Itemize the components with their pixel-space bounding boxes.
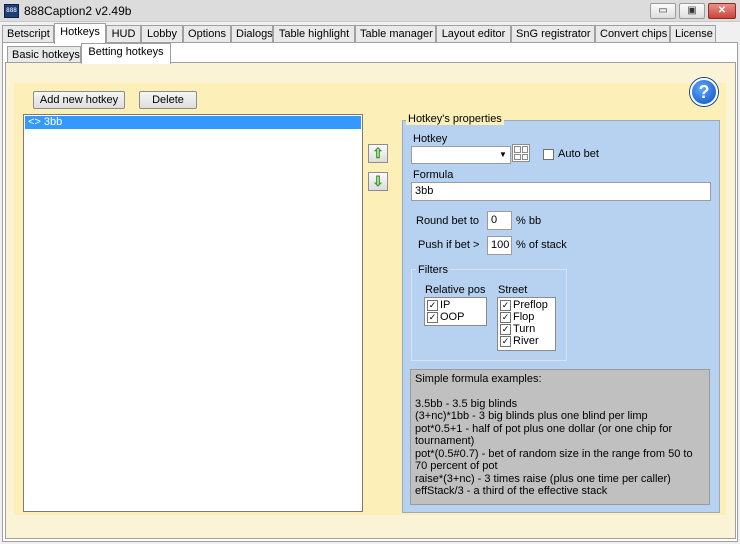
grid-cell-icon	[514, 146, 521, 153]
close-button[interactable]: ✕	[708, 3, 736, 19]
formula-examples: Simple formula examples: 3.5bb - 3.5 big…	[410, 369, 710, 505]
help-icon[interactable]: ?	[690, 78, 718, 106]
move-up-arrow-icon[interactable]: ⇧	[368, 144, 388, 163]
example-line: (3+nc)*1bb - 3 big blinds plus one blind…	[415, 410, 648, 422]
grid-cell-icon	[514, 153, 521, 160]
round-bet-unit: % bb	[516, 215, 542, 227]
push-unit: % of stack	[516, 239, 567, 251]
tab-layout-editor[interactable]: Layout editor	[436, 25, 511, 43]
tab-lobby[interactable]: Lobby	[141, 25, 183, 43]
tab-hud[interactable]: HUD	[106, 25, 141, 43]
key-grid-icon[interactable]	[512, 144, 530, 162]
maximize-button[interactable]: ▣	[679, 3, 705, 19]
oop-checkbox[interactable]: ✓	[427, 312, 438, 323]
grid-cell-icon	[521, 153, 528, 160]
ip-label: IP	[440, 299, 451, 311]
grid-cell-icon	[521, 146, 528, 153]
window-title: 888Caption2 v2.49b	[24, 4, 132, 18]
push-input[interactable]: 100	[487, 236, 512, 255]
tab-convert-chips[interactable]: Convert chips	[595, 25, 670, 43]
push-label: Push if bet >	[418, 239, 480, 251]
chevron-down-icon[interactable]: ▼	[497, 148, 509, 162]
hotkey-list[interactable]: <> 3bb	[23, 114, 363, 512]
flop-label: Flop	[513, 311, 535, 323]
preflop-label: Preflop	[513, 299, 548, 311]
minimize-button[interactable]: ▭	[650, 3, 676, 19]
auto-bet-label: Auto bet	[558, 148, 599, 160]
tab-dialogs[interactable]: Dialogs	[231, 25, 273, 43]
tab-sng-registrator[interactable]: SnG registrator	[511, 25, 595, 43]
title-bar: 888 888Caption2 v2.49b ▭ ▣ ✕	[0, 0, 740, 22]
round-bet-input[interactable]: 0	[487, 211, 512, 230]
relative-pos-label: Relative pos	[425, 284, 486, 296]
hotkey-combo[interactable]: ▼	[411, 146, 511, 164]
tab-license[interactable]: License	[670, 25, 716, 43]
round-bet-label: Round bet to	[416, 215, 479, 227]
street-label: Street	[498, 284, 528, 296]
add-hotkey-button[interactable]: Add new hotkey	[33, 91, 125, 109]
ip-checkbox[interactable]: ✓	[427, 300, 438, 311]
example-line: effStack/3 - a third of the effective st…	[415, 485, 608, 497]
tab-table-highlight[interactable]: Table highlight	[273, 25, 355, 43]
example-line: pot*(0.5#0.7) - bet of random size in th…	[415, 447, 696, 473]
tab-hotkeys[interactable]: Hotkeys	[54, 23, 106, 44]
formula-label: Formula	[413, 169, 454, 181]
filters-legend: Filters	[416, 264, 450, 276]
oop-label: OOP	[440, 311, 465, 323]
turn-label: Turn	[513, 323, 536, 335]
formula-input[interactable]: 3bb	[411, 182, 711, 201]
app-icon: 888	[4, 4, 19, 18]
delete-button[interactable]: Delete	[139, 91, 197, 109]
hotkey-label: Hotkey	[413, 133, 448, 145]
river-label: River	[513, 335, 539, 347]
example-line: pot*0.5+1 - half of pot plus one dollar …	[415, 422, 676, 448]
tab-betscript[interactable]: Betscript	[2, 25, 54, 43]
tab-options[interactable]: Options	[183, 25, 231, 43]
example-line: 3.5bb - 3.5 big blinds	[415, 397, 518, 410]
example-line: raise*(3+nc) - 3 times raise (plus one t…	[415, 472, 671, 485]
river-checkbox[interactable]: ✓	[500, 336, 511, 347]
tab-betting-hotkeys[interactable]: Betting hotkeys	[81, 43, 171, 64]
examples-heading: Simple formula examples:	[415, 373, 542, 385]
turn-checkbox[interactable]: ✓	[500, 324, 511, 335]
tab-table-manager[interactable]: Table manager	[355, 25, 436, 43]
flop-checkbox[interactable]: ✓	[500, 312, 511, 323]
main-tab-strip: Betscript Hotkeys HUD Lobby Options Dial…	[2, 23, 738, 44]
move-down-arrow-icon[interactable]: ⇩	[368, 172, 388, 191]
auto-bet-checkbox[interactable]	[543, 149, 554, 160]
hotkey-properties-legend: Hotkey's properties	[406, 113, 504, 125]
list-item[interactable]: <> 3bb	[25, 116, 361, 129]
preflop-checkbox[interactable]: ✓	[500, 300, 511, 311]
